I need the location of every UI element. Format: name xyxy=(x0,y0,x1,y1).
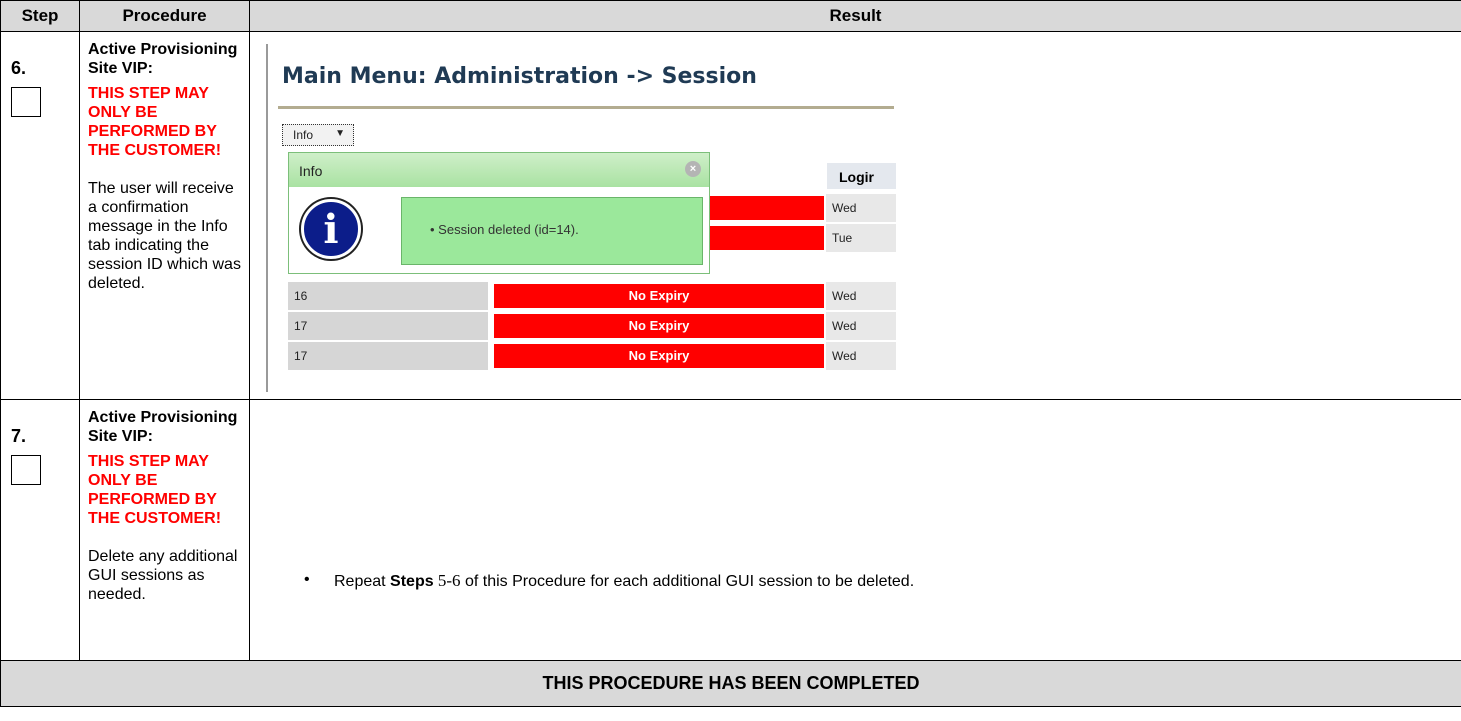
session-login: Wed xyxy=(826,342,896,370)
title-divider xyxy=(278,106,894,109)
session-login: Wed xyxy=(826,312,896,340)
screenshot-title: Main Menu: Administration -> Session xyxy=(282,64,757,89)
info-icon: i xyxy=(301,199,361,259)
repeat-instruction-text: Repeat Steps 5-6 of this Procedure for e… xyxy=(334,571,914,591)
step-7-checkbox[interactable] xyxy=(11,455,41,485)
info-message: • Session deleted (id=14). xyxy=(430,222,579,237)
session-login: Wed xyxy=(826,282,896,310)
session-login: Wed xyxy=(826,194,896,222)
session-id: 17 xyxy=(288,342,488,370)
step-6-description: The user will receive a confirmation mes… xyxy=(88,180,241,292)
step-6-number: 6. xyxy=(11,58,27,78)
info-message-box: • Session deleted (id=14). xyxy=(401,197,703,265)
info-popup: Info × i • Session deleted (id=14). xyxy=(288,152,710,274)
procedure-header: Procedure xyxy=(79,0,250,32)
session-login: Tue xyxy=(826,224,896,252)
step-7-cell: 7. xyxy=(0,399,80,661)
repeat-step-range: 5-6 xyxy=(433,571,461,590)
session-expiry: No Expiry xyxy=(494,344,824,368)
procedure-complete-banner: THIS PROCEDURE HAS BEEN COMPLETED xyxy=(0,660,1461,707)
step-7-description: Delete any additional GUI sessions as ne… xyxy=(88,548,238,603)
repeat-post: of this Procedure for each additional GU… xyxy=(460,573,915,590)
step-6-row: 6. Active Provisioning Site VIP: THIS ST… xyxy=(0,31,1461,400)
session-id: 17 xyxy=(288,312,488,340)
step-6-cell: 6. xyxy=(0,31,80,400)
step-7-heading: Active Provisioning Site VIP: xyxy=(88,409,238,445)
result-header: Result xyxy=(249,0,1461,32)
step-6-warning: THIS STEP MAY ONLY BE PERFORMED BY THE C… xyxy=(88,85,222,159)
step-header: Step xyxy=(0,0,80,32)
info-dropdown-label: Info xyxy=(293,128,314,142)
info-popup-title: Info xyxy=(299,163,323,179)
step-6-procedure: Active Provisioning Site VIP: THIS STEP … xyxy=(79,31,250,400)
session-row: 17 No Expiry Wed xyxy=(288,342,896,370)
bullet-icon: • xyxy=(304,571,310,588)
session-expiry: No Expiry xyxy=(494,284,824,308)
info-dropdown[interactable]: Info ▼ xyxy=(282,124,354,146)
step-7-result: • Repeat Steps 5-6 of this Procedure for… xyxy=(249,399,1461,661)
step-6-checkbox[interactable] xyxy=(11,87,41,117)
step-7-row: 7. Active Provisioning Site VIP: THIS ST… xyxy=(0,399,1461,661)
repeat-steps-bold: Steps xyxy=(390,573,434,590)
procedure-table: Step Procedure Result 6. Active Provisio… xyxy=(0,0,1461,707)
header-row: Step Procedure Result xyxy=(0,0,1461,32)
session-row: 16 No Expiry Wed xyxy=(288,282,896,310)
screenshot-border xyxy=(266,44,268,392)
step-7-number: 7. xyxy=(11,426,27,446)
session-id: 16 xyxy=(288,282,488,310)
repeat-pre: Repeat xyxy=(334,573,391,590)
chevron-down-icon: ▼ xyxy=(335,128,345,139)
session-screenshot: Main Menu: Administration -> Session Inf… xyxy=(266,44,896,392)
info-popup-header: Info xyxy=(289,153,709,187)
step-6-heading: Active Provisioning Site VIP: xyxy=(88,41,238,77)
step-7-warning: THIS STEP MAY ONLY BE PERFORMED BY THE C… xyxy=(88,453,222,527)
footer-row: THIS PROCEDURE HAS BEEN COMPLETED xyxy=(0,660,1461,707)
step-7-procedure: Active Provisioning Site VIP: THIS STEP … xyxy=(79,399,250,661)
login-column-header: Logir xyxy=(826,162,896,190)
session-row: 17 No Expiry Wed xyxy=(288,312,896,340)
step-6-result: Main Menu: Administration -> Session Inf… xyxy=(249,31,1461,400)
close-icon[interactable]: × xyxy=(685,161,701,177)
session-expiry: No Expiry xyxy=(494,314,824,338)
